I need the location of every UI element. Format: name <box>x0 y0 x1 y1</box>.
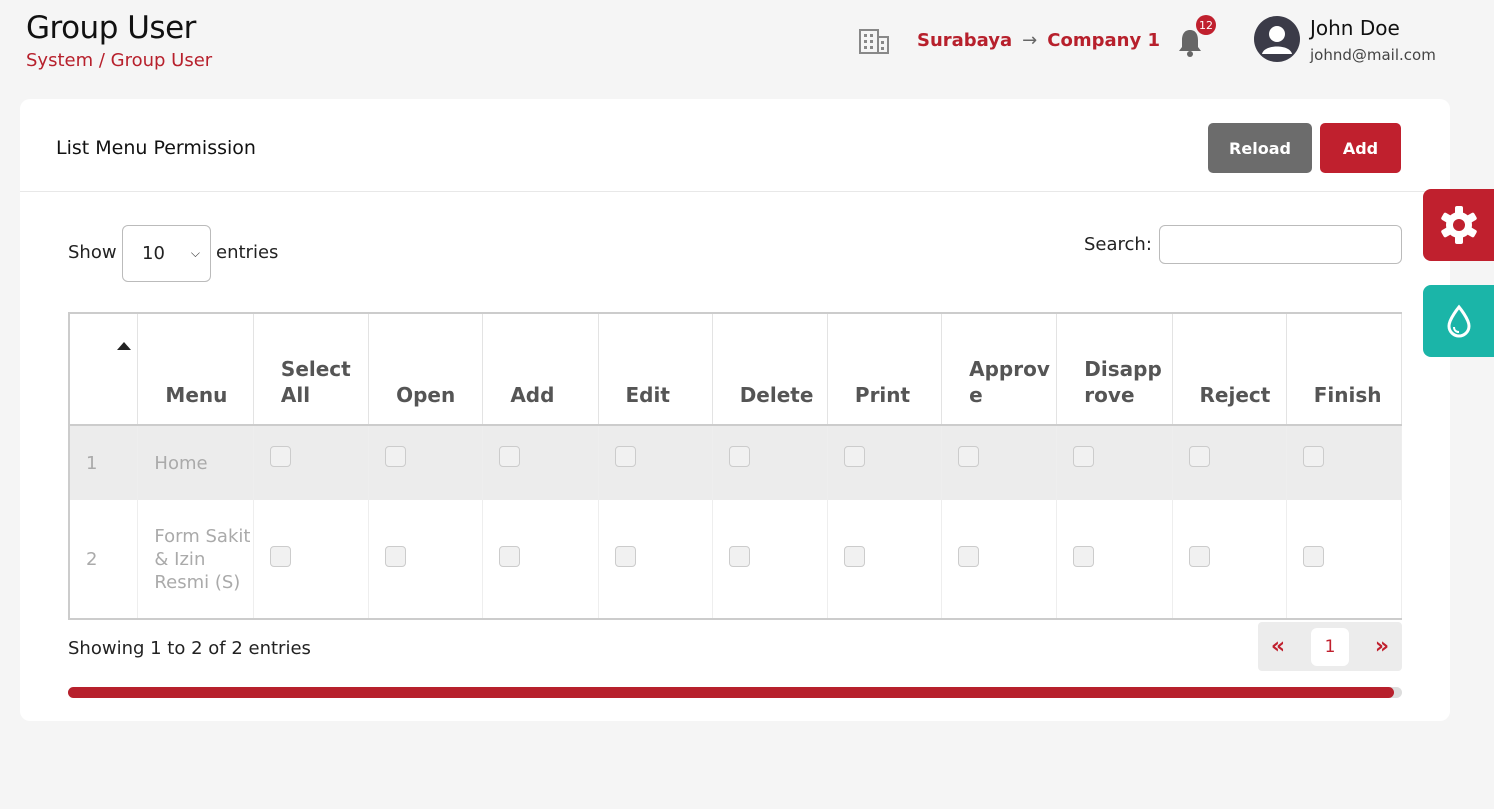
open-checkbox[interactable] <box>385 446 407 467</box>
show-label: Show <box>68 242 117 263</box>
open-checkbox[interactable] <box>385 546 407 567</box>
row-menu: Home <box>137 425 254 500</box>
column-header-approve[interactable]: Approve <box>941 314 1058 426</box>
table-header-row: Menu Select All Open Add Edit Delete Pri… <box>70 314 1402 426</box>
user-name: John Doe <box>1310 16 1400 40</box>
add-checkbox[interactable] <box>499 546 521 567</box>
location-arrow: → <box>1022 30 1038 51</box>
column-header-select-all[interactable]: Select All <box>253 314 370 426</box>
finish-checkbox[interactable] <box>1302 546 1324 567</box>
table-row: 1 Home <box>70 425 1402 500</box>
column-header-open[interactable]: Open <box>368 314 484 426</box>
notification-badge: 12 <box>1196 15 1216 35</box>
finish-checkbox[interactable] <box>1302 446 1324 467</box>
user-email: johnd@mail.com <box>1310 46 1436 64</box>
row-number: 1 <box>70 425 139 500</box>
page-size-select[interactable]: 10 ⌵ <box>122 225 211 282</box>
disapprove-checkbox[interactable] <box>1073 546 1095 567</box>
reject-checkbox[interactable] <box>1188 546 1210 567</box>
column-header-number[interactable] <box>70 314 139 426</box>
scrollbar-thumb[interactable] <box>68 687 1394 698</box>
page-number-button[interactable]: 1 <box>1310 627 1349 666</box>
add-checkbox[interactable] <box>499 446 521 467</box>
column-header-print[interactable]: Print <box>827 314 943 426</box>
drop-icon <box>1446 304 1471 338</box>
column-header-menu[interactable]: Menu <box>137 314 254 426</box>
card-title: List Menu Permission <box>56 137 256 159</box>
sort-up-icon <box>117 342 131 350</box>
approve-checkbox[interactable] <box>958 546 980 567</box>
table-row: 2 Form Sakit & Izin Resmi (S) <box>70 500 1402 618</box>
location-city: Surabaya <box>917 30 1013 51</box>
horizontal-scrollbar[interactable] <box>68 687 1402 698</box>
page-title: Group User <box>26 10 196 46</box>
card-divider <box>20 191 1450 192</box>
reject-checkbox[interactable] <box>1188 446 1210 467</box>
table-info: Showing 1 to 2 of 2 entries <box>68 638 311 659</box>
theme-button[interactable] <box>1423 285 1494 357</box>
location-selector[interactable]: Surabaya → Company 1 <box>917 30 1160 51</box>
search-input[interactable] <box>1159 225 1402 264</box>
row-menu: Form Sakit & Izin Resmi (S) <box>137 500 254 618</box>
row-number: 2 <box>70 500 139 618</box>
select-all-checkbox[interactable] <box>269 546 291 567</box>
column-header-finish[interactable]: Finish <box>1286 314 1402 426</box>
approve-checkbox[interactable] <box>958 446 980 467</box>
chevron-down-icon: ⌵ <box>190 246 200 260</box>
location-company: Company 1 <box>1047 30 1160 51</box>
edit-checkbox[interactable] <box>614 446 636 467</box>
select-all-checkbox[interactable] <box>269 446 291 467</box>
disapprove-checkbox[interactable] <box>1073 446 1095 467</box>
permission-table: Menu Select All Open Add Edit Delete Pri… <box>68 312 1402 620</box>
column-header-delete[interactable]: Delete <box>712 314 828 426</box>
user-avatar-icon[interactable] <box>1254 16 1300 62</box>
entries-label: entries <box>216 242 279 263</box>
prev-page-icon[interactable]: « <box>1271 634 1285 659</box>
search-label: Search: <box>1084 234 1152 255</box>
column-header-disapprove[interactable]: Disapprove <box>1056 314 1173 426</box>
delete-checkbox[interactable] <box>728 546 750 567</box>
add-button[interactable]: Add <box>1320 123 1401 173</box>
next-page-icon[interactable]: » <box>1375 634 1389 659</box>
pagination: « 1 » <box>1258 622 1402 671</box>
column-header-add[interactable]: Add <box>482 314 599 426</box>
reload-button[interactable]: Reload <box>1208 123 1312 173</box>
print-checkbox[interactable] <box>843 546 865 567</box>
building-icon[interactable] <box>859 28 889 54</box>
delete-checkbox[interactable] <box>728 446 750 467</box>
column-header-edit[interactable]: Edit <box>598 314 713 426</box>
column-header-reject[interactable]: Reject <box>1172 314 1287 426</box>
page-size-value: 10 <box>142 243 165 264</box>
gear-icon <box>1440 206 1477 244</box>
edit-checkbox[interactable] <box>614 546 636 567</box>
settings-button[interactable] <box>1423 189 1494 261</box>
breadcrumb[interactable]: System / Group User <box>26 50 212 71</box>
print-checkbox[interactable] <box>843 446 865 467</box>
permission-card: List Menu Permission Reload Add Show 10 … <box>20 99 1450 721</box>
